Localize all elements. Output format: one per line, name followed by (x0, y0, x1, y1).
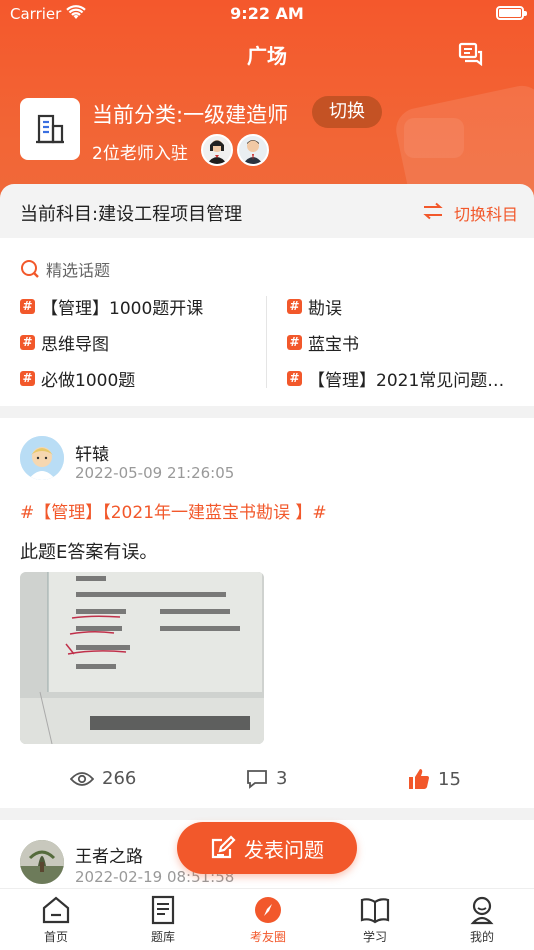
status-bar: Carrier 9:22 AM (0, 0, 534, 30)
hashtag-icon: # (20, 370, 35, 386)
teacher-avatar[interactable] (201, 134, 233, 166)
featured-topics-header: 精选话题 (20, 258, 110, 280)
profile-icon (470, 896, 494, 925)
comment-icon (247, 769, 267, 789)
category-icon-card (20, 98, 80, 160)
teachers-count-label: 2位老师入驻 (92, 144, 188, 164)
post-image[interactable] (20, 572, 264, 744)
switch-category-button[interactable]: 切换 (312, 96, 382, 128)
current-subject-label: 当前科目:建设工程项目管理 (20, 204, 243, 225)
question-bank-icon (151, 895, 175, 925)
compass-icon (255, 897, 281, 923)
edit-icon (211, 835, 236, 859)
switch-subject-button[interactable]: 切换科目 (454, 201, 518, 225)
eye-icon (70, 771, 94, 786)
comment-button[interactable]: 3 (246, 768, 287, 789)
post-username[interactable]: 王者之路 (75, 842, 143, 867)
page-title: 广场 (247, 44, 287, 68)
tab-study[interactable]: 学习 (340, 895, 410, 945)
post-time: 2022-05-09 21:26:05 (75, 464, 235, 482)
topic-item[interactable]: # 必做1000题 (20, 366, 135, 391)
post-question-button[interactable]: 发表问题 (177, 822, 357, 874)
swap-icon[interactable] (422, 202, 444, 220)
avatar[interactable] (20, 436, 64, 480)
topic-item[interactable]: # 思维导图 (20, 330, 109, 355)
topic-item[interactable]: # 【管理】2021常见问题… (287, 366, 504, 391)
thumbs-up-icon (409, 769, 429, 789)
topics-divider (266, 296, 267, 388)
like-button[interactable]: 15 (408, 768, 461, 790)
teacher-avatar[interactable] (237, 134, 269, 166)
hashtag-icon: # (287, 334, 302, 350)
topic-item[interactable]: # 【管理】1000题开课 (20, 294, 203, 319)
hashtag-icon: # (20, 298, 35, 314)
hashtag-icon: # (287, 298, 302, 314)
header-decoration-small (404, 118, 464, 158)
category-label: 当前分类:一级建造师 (92, 103, 289, 127)
post-tags[interactable]: #【管理】【2021年一建蓝宝书勘误 】# (20, 498, 327, 523)
post-username[interactable]: 轩辕 (75, 440, 109, 465)
post-card[interactable]: 轩辕 2022-05-09 21:26:05 #【管理】【2021年一建蓝宝书勘… (0, 418, 534, 808)
tab-home[interactable]: 首页 (21, 895, 91, 945)
topic-item[interactable]: # 勘误 (287, 294, 342, 319)
topic-item[interactable]: # 蓝宝书 (287, 330, 359, 355)
featured-topics-title: 精选话题 (46, 261, 111, 280)
tab-question-bank[interactable]: 题库 (128, 895, 198, 945)
search-topic-icon (21, 260, 39, 278)
views-count: 266 (70, 768, 136, 789)
tab-exam-circle[interactable]: 考友圈 (233, 895, 303, 945)
bottom-tab-bar: 首页 题库 考友圈 学习 我的 (0, 888, 534, 950)
subject-bar: 当前科目:建设工程项目管理 切换科目 (0, 184, 534, 238)
featured-topics: 精选话题 # 【管理】1000题开课 # 思维导图 # 必做1000题 # 勘误… (0, 238, 534, 406)
building-icon (36, 114, 64, 144)
post-text: 此题E答案有误。 (20, 542, 158, 563)
book-icon (360, 898, 390, 924)
avatar[interactable] (20, 840, 64, 884)
home-icon (42, 896, 70, 924)
message-icon[interactable] (458, 42, 484, 66)
hashtag-icon: # (20, 334, 35, 350)
battery-icon (496, 6, 527, 20)
status-time: 9:22 AM (230, 4, 304, 23)
hashtag-icon: # (287, 370, 302, 386)
tab-profile[interactable]: 我的 (447, 895, 517, 945)
